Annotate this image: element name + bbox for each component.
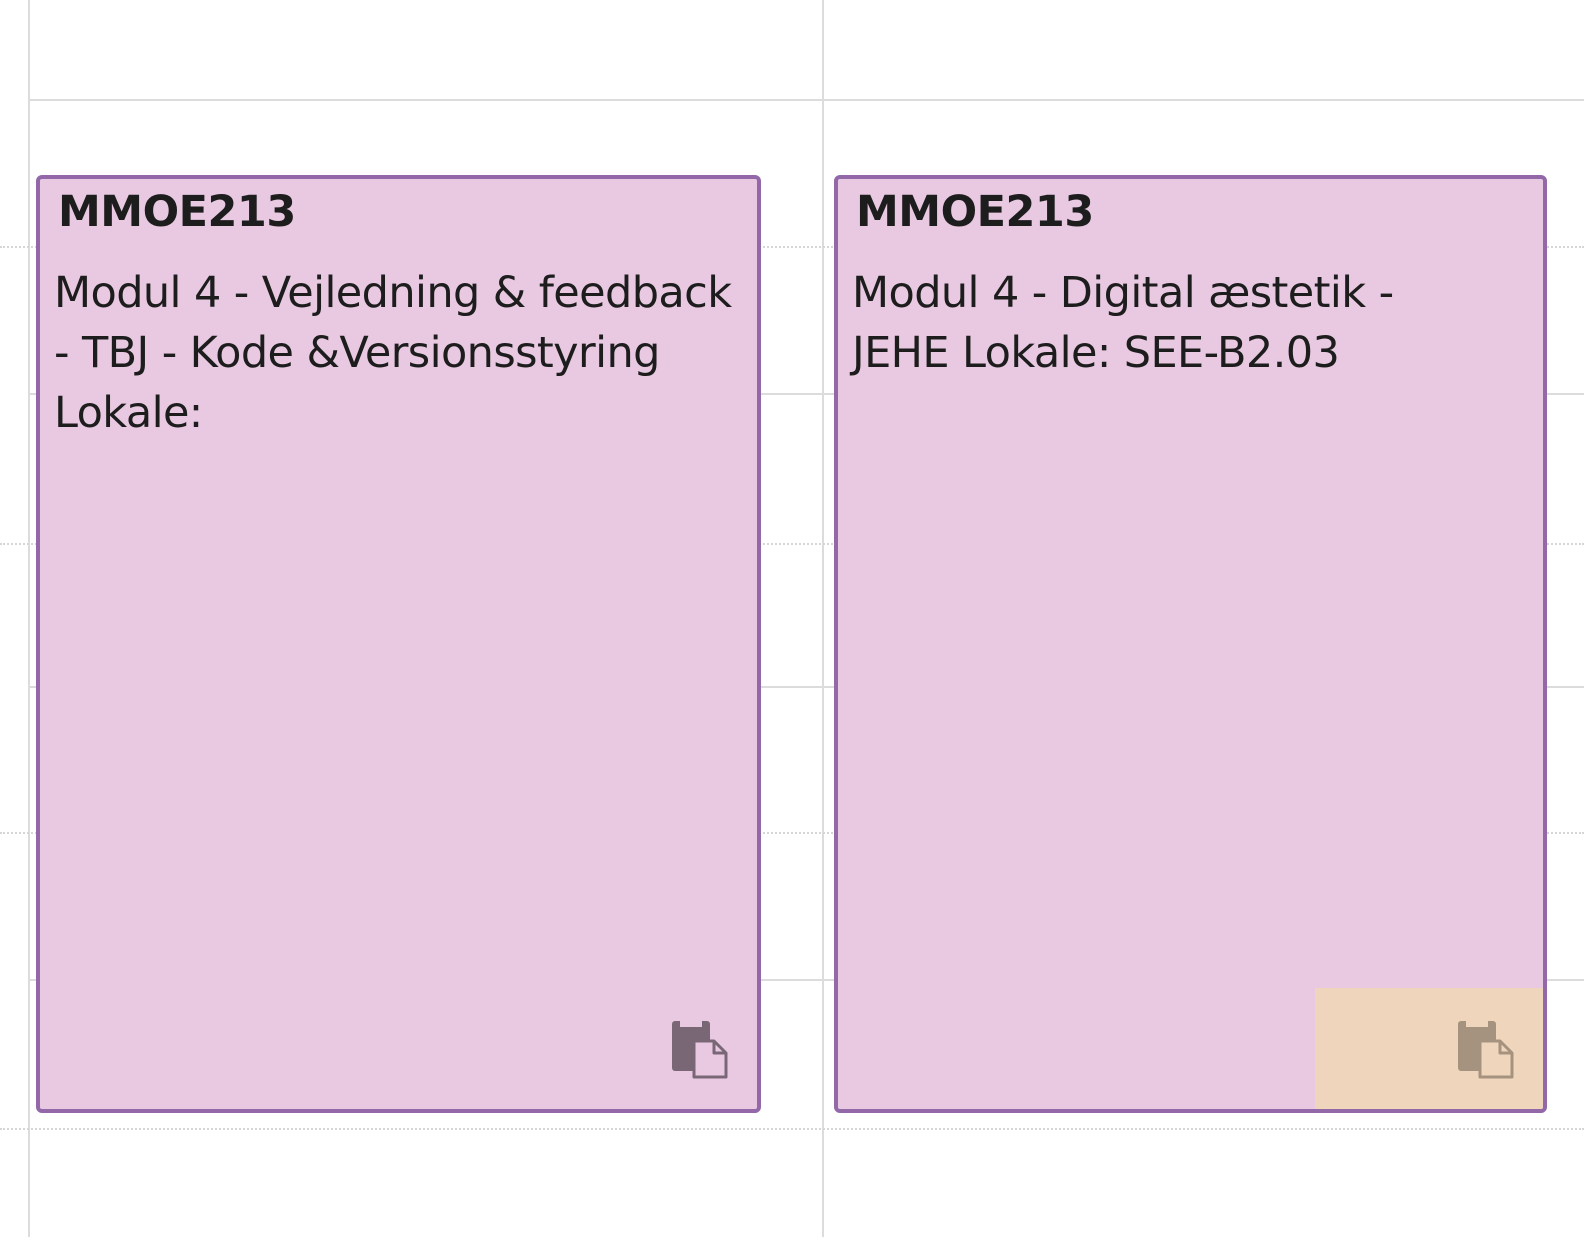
event-description: Modul 4 - Vejledning & feedback - TBJ - … — [54, 268, 732, 438]
day-column-divider — [822, 0, 824, 1237]
event-description: Modul 4 - Digital æstetik - JEHE Lokale:… — [852, 268, 1394, 378]
event-course-code: MMOE213 — [856, 187, 1094, 237]
calendar-event[interactable]: MMOE213 Modul 4 - Vejledning & feedback … — [36, 175, 761, 1113]
half-hour-line — [0, 1128, 1584, 1130]
event-course-code: MMOE213 — [58, 187, 296, 237]
calendar-event[interactable]: MMOE213 Modul 4 - Digital æstetik - JEHE… — [834, 175, 1547, 1113]
hour-line — [30, 99, 1584, 101]
day-column-divider — [28, 0, 30, 1237]
calendar-week-grid: MMOE213 Modul 4 - Vejledning & feedback … — [0, 0, 1584, 1250]
copy-icon[interactable] — [1456, 1019, 1516, 1079]
copy-icon[interactable] — [670, 1019, 730, 1079]
